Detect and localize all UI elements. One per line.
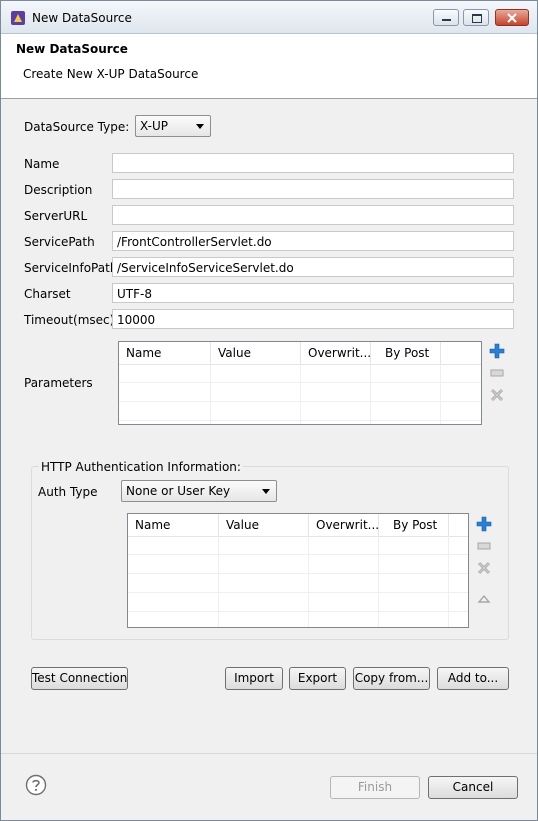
dialog-window: New DataSource New DataSource Create New…: [0, 0, 538, 821]
app-logo-icon: [11, 11, 25, 25]
column-header-overwrite[interactable]: Overwrit...: [301, 342, 371, 364]
column-divider: [210, 364, 211, 424]
chevron-down-icon: [262, 489, 270, 494]
maximize-button[interactable]: [463, 9, 489, 26]
service-path-field[interactable]: /FrontControllerServlet.do: [112, 231, 514, 251]
delete-icon[interactable]: [489, 387, 505, 403]
column-header-name[interactable]: Name: [119, 342, 211, 364]
minimize-icon: [442, 19, 451, 21]
server-url-label: ServerURL: [24, 209, 88, 223]
cancel-button[interactable]: Cancel: [428, 776, 518, 799]
finish-button[interactable]: Finish: [330, 776, 420, 799]
dialog-title: New DataSource: [16, 42, 128, 56]
column-divider: [440, 364, 441, 424]
table-row[interactable]: [128, 555, 468, 574]
timeout-field[interactable]: 10000: [112, 309, 514, 329]
column-header-value[interactable]: Value: [219, 514, 309, 536]
maximize-icon: [472, 14, 482, 23]
column-header-value[interactable]: Value: [211, 342, 301, 364]
window-title: New DataSource: [32, 11, 132, 25]
footer-separator: [1, 753, 537, 754]
description-label: Description: [24, 183, 93, 197]
dialog-subtitle: Create New X-UP DataSource: [23, 67, 199, 81]
minimize-button[interactable]: [433, 9, 459, 26]
delete-icon[interactable]: [476, 560, 492, 576]
plus-icon[interactable]: [489, 343, 505, 359]
datasource-type-value: X-UP: [140, 119, 168, 133]
datasource-type-select[interactable]: X-UP: [135, 115, 211, 137]
column-divider: [448, 536, 449, 627]
column-header-by-post[interactable]: By Post: [371, 342, 441, 364]
column-divider: [308, 536, 309, 627]
name-field[interactable]: [112, 153, 514, 173]
column-header-overwrite[interactable]: Overwrit...: [309, 514, 379, 536]
add-to-button[interactable]: Add to...: [437, 667, 509, 690]
column-header-by-post[interactable]: By Post: [379, 514, 449, 536]
column-divider: [218, 536, 219, 627]
parameters-table[interactable]: Name Value Overwrit... By Post: [118, 341, 482, 425]
column-divider: [300, 364, 301, 424]
edit-icon[interactable]: [489, 365, 505, 381]
export-button[interactable]: Export: [289, 667, 346, 690]
dialog-header: New DataSource Create New X-UP DataSourc…: [1, 34, 537, 99]
close-icon: [507, 13, 517, 23]
service-path-label: ServicePath: [24, 235, 95, 249]
column-divider: [378, 536, 379, 627]
description-field[interactable]: [112, 179, 514, 199]
table-row[interactable]: [128, 536, 468, 555]
table-header: Name Value Overwrit... By Post: [119, 342, 481, 365]
parameters-label: Parameters: [24, 376, 93, 390]
http-auth-group-title: HTTP Authentication Information:: [39, 460, 243, 474]
timeout-label: Timeout(msec): [24, 313, 115, 327]
table-row[interactable]: [128, 574, 468, 593]
column-divider: [370, 364, 371, 424]
auth-type-select[interactable]: None or User Key: [121, 480, 277, 502]
table-row[interactable]: [128, 593, 468, 612]
charset-field[interactable]: UTF-8: [112, 283, 514, 303]
chevron-down-icon: [196, 124, 204, 129]
service-info-path-field[interactable]: /ServiceInfoServiceServlet.do: [112, 257, 514, 277]
test-connection-button[interactable]: Test Connection: [31, 667, 128, 690]
edit-icon[interactable]: [476, 538, 492, 554]
charset-label: Charset: [24, 287, 71, 301]
plus-icon[interactable]: [476, 516, 492, 532]
title-bar: New DataSource: [1, 1, 537, 34]
auth-type-value: None or User Key: [126, 484, 231, 498]
help-icon[interactable]: [25, 774, 47, 796]
name-label: Name: [24, 157, 60, 171]
import-button[interactable]: Import: [225, 667, 283, 690]
table-header: Name Value Overwrit... By Post: [128, 514, 468, 537]
column-header-name[interactable]: Name: [128, 514, 219, 536]
move-up-icon[interactable]: [476, 591, 492, 607]
server-url-field[interactable]: [112, 205, 514, 225]
auth-parameters-table[interactable]: Name Value Overwrit... By Post: [127, 513, 469, 628]
auth-type-label: Auth Type: [38, 485, 98, 499]
close-button[interactable]: [495, 9, 529, 26]
copy-from-button[interactable]: Copy from...: [353, 667, 430, 690]
service-info-path-label: ServiceInfoPath: [24, 261, 118, 275]
datasource-type-label: DataSource Type:: [24, 120, 130, 134]
